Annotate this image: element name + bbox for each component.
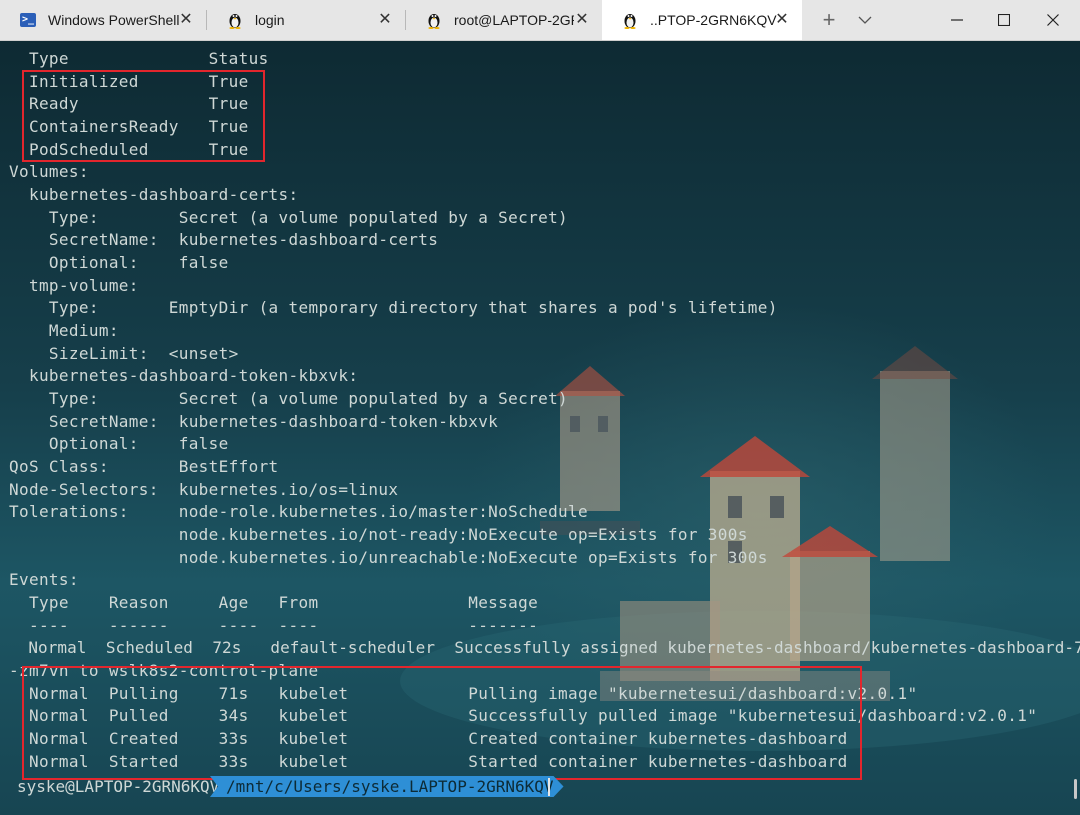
- close-icon: [1047, 14, 1059, 26]
- terminal-line: Type: Secret (a volume populated by a Se…: [9, 389, 569, 408]
- terminal-line: kubernetes-dashboard-token-kbxvk:: [9, 366, 359, 385]
- terminal-line: kubernetes-dashboard-certs:: [9, 185, 299, 204]
- minimize-icon: [951, 19, 963, 21]
- scrollbar[interactable]: [1074, 779, 1077, 799]
- terminal-line: SecretName: kubernetes-dashboard-certs: [9, 230, 439, 249]
- tab-windows-powershell[interactable]: >_ Windows PowerShell ✕: [0, 0, 206, 40]
- terminal-line: Optional: false: [9, 434, 229, 453]
- terminal-line: Tolerations: node-role.kubernetes.io/mas…: [9, 502, 589, 521]
- terminal-line: Type: Secret (a volume populated by a Se…: [9, 208, 569, 227]
- tux-icon: [229, 14, 241, 29]
- chevron-down-icon: [858, 16, 872, 24]
- tab-label: root@LAPTOP-2GRN: [454, 12, 574, 28]
- terminal-line: Optional: false: [9, 253, 229, 272]
- maximize-button[interactable]: [981, 0, 1027, 40]
- tab-label: login: [255, 12, 285, 28]
- terminal-line: Events:: [9, 570, 79, 589]
- terminal-line: ---- ------ ---- ---- -------: [9, 616, 539, 635]
- terminal-pane[interactable]: Type Status Initialized True Ready True …: [0, 41, 1080, 815]
- close-window-button[interactable]: [1030, 0, 1076, 40]
- terminal-line: Type Reason Age From Message: [9, 593, 539, 612]
- terminal-line: tmp-volume:: [9, 276, 139, 295]
- close-icon[interactable]: ✕: [574, 12, 590, 28]
- powershell-icon: >_: [20, 13, 36, 27]
- terminal-line: Node-Selectors: kubernetes.io/os=linux: [9, 480, 399, 499]
- terminal-line: SecretName: kubernetes-dashboard-token-k…: [9, 412, 499, 431]
- prompt-user: syske@LAPTOP-2GRN6KQV: [17, 777, 220, 796]
- tab-root-laptop[interactable]: root@LAPTOP-2GRN ✕: [406, 0, 602, 40]
- conditions-highlight-box: [22, 70, 265, 162]
- minimize-button[interactable]: [934, 0, 980, 40]
- terminal-line: node.kubernetes.io/not-ready:NoExecute o…: [9, 525, 748, 544]
- tux-icon: [624, 14, 636, 29]
- terminal-line: Normal Scheduled 72s default-scheduler S…: [9, 638, 1080, 657]
- terminal-line: Medium:: [9, 321, 119, 340]
- terminal-line: Type Status: [9, 49, 269, 68]
- tab-laptop-active[interactable]: ..PTOP-2GRN6KQV ✕: [602, 0, 802, 40]
- tux-icon: [428, 14, 440, 29]
- events-highlight-box: [22, 666, 862, 780]
- text-cursor[interactable]: [548, 778, 550, 796]
- tab-login[interactable]: login ✕: [207, 0, 405, 40]
- terminal-line: QoS Class: BestEffort: [9, 457, 279, 476]
- terminal-line: SizeLimit: <unset>: [9, 344, 239, 363]
- tab-bar: >_ Windows PowerShell ✕ login ✕ root@LAP…: [0, 0, 1080, 41]
- tab-label: Windows PowerShell: [48, 12, 180, 28]
- close-icon[interactable]: ✕: [774, 12, 790, 28]
- maximize-icon: [998, 14, 1010, 26]
- tab-dropdown-button[interactable]: [842, 0, 888, 40]
- close-icon[interactable]: ✕: [377, 12, 393, 28]
- terminal-line: Type: EmptyDir (a temporary directory th…: [9, 298, 778, 317]
- close-icon[interactable]: ✕: [178, 12, 194, 28]
- prompt-path: /mnt/c/Users/syske.LAPTOP-2GRN6KQV: [210, 776, 564, 797]
- tab-label: ..PTOP-2GRN6KQV: [650, 12, 777, 28]
- terminal-line: Volumes:: [9, 162, 89, 181]
- terminal-line: node.kubernetes.io/unreachable:NoExecute…: [9, 548, 768, 567]
